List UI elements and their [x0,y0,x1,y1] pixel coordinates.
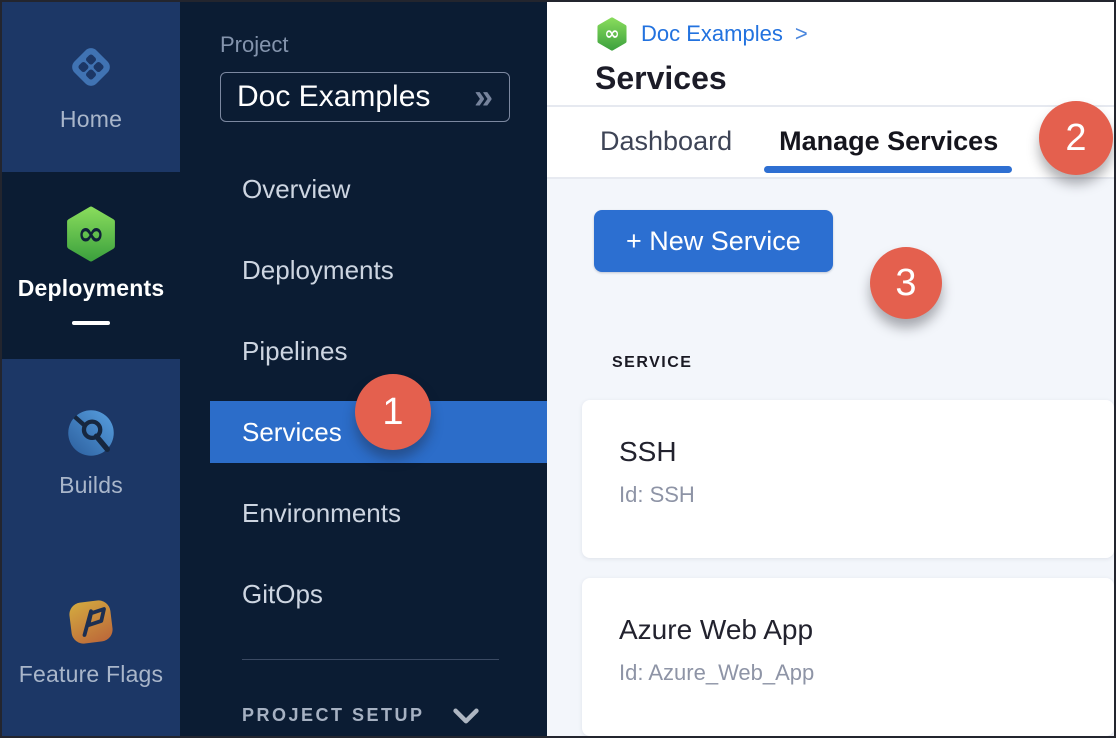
module-builds-label: Builds [59,472,123,499]
sidebar-item-pipelines[interactable]: Pipelines [210,320,547,382]
double-chevron-icon: » [474,80,493,114]
tab-label: Manage Services [779,126,998,157]
new-service-button[interactable]: + New Service [594,210,833,272]
module-deployments-label: Deployments [18,275,165,302]
service-card-azure-web-app[interactable]: Azure Web App Id: Azure_Web_App [582,578,1114,736]
sidebar-item-label: Services [242,417,342,448]
project-selector[interactable]: Doc Examples » [220,72,510,122]
annotation-badge-2: 2 [1039,101,1113,175]
sidebar-item-gitops[interactable]: GitOps [210,563,547,625]
service-id: Id: SSH [619,482,1114,508]
project-name: Doc Examples [237,80,474,114]
breadcrumb-link-project[interactable]: Doc Examples [641,21,783,47]
annotation-badge-1: 1 [355,374,431,450]
builds-icon [65,407,117,459]
services-content: + New Service SERVICE SSH Id: SSH Azure … [547,179,1114,736]
sidebar-item-environments[interactable]: Environments [210,482,547,544]
deployments-icon: ∞ [63,206,119,262]
sidebar-item-label: Overview [242,174,350,205]
breadcrumb: ∞ Doc Examples > [595,16,1114,52]
service-name: SSH [619,436,1114,468]
service-name: Azure Web App [619,614,1114,646]
infinity-glyph: ∞ [604,24,619,45]
tab-manage-services[interactable]: Manage Services [779,107,998,177]
tab-bar: Dashboard Manage Services [547,107,1114,179]
module-home[interactable]: Home [2,2,180,172]
module-feature-flags[interactable]: Feature Flags [2,547,180,736]
sidebar-divider [242,659,499,660]
module-home-label: Home [60,106,122,133]
service-card-ssh[interactable]: SSH Id: SSH [582,400,1114,558]
chevron-right-icon: > [795,21,808,47]
cd-module-icon: ∞ [595,17,629,51]
project-sidebar: Project Doc Examples » Overview Deployme… [180,2,547,736]
sidebar-item-label: Deployments [242,255,394,286]
sidebar-item-label: GitOps [242,579,323,610]
home-icon [65,41,117,93]
module-rail: Home ∞ Deployments [2,2,180,736]
module-builds[interactable]: Builds [2,359,180,547]
annotation-badge-3: 3 [870,247,942,319]
sidebar-item-deployments[interactable]: Deployments [210,239,547,301]
active-module-underline [72,321,110,325]
tab-dashboard[interactable]: Dashboard [600,107,732,177]
service-column-header: SERVICE [612,354,1110,372]
infinity-glyph: ∞ [77,215,104,253]
tab-label: Dashboard [600,126,732,157]
project-label: Project [220,32,547,58]
project-setup-toggle[interactable]: PROJECT SETUP [242,705,547,726]
sidebar-item-overview[interactable]: Overview [210,158,547,220]
active-tab-underline [764,166,1012,173]
sidebar-item-label: Pipelines [242,336,348,367]
page-title: Services [595,60,1114,97]
project-setup-label: PROJECT SETUP [242,705,425,726]
module-deployments[interactable]: ∞ Deployments [2,172,180,359]
sidebar-item-label: Environments [242,498,401,529]
app-window: Home ∞ Deployments [0,0,1116,738]
page-header: ∞ Doc Examples > Services [547,2,1114,107]
main-area: ∞ Doc Examples > Services Dashboard Mana… [547,2,1114,736]
module-feature-flags-label: Feature Flags [19,661,164,688]
chevron-down-icon [453,708,479,724]
service-id: Id: Azure_Web_App [619,660,1114,686]
feature-flags-icon [65,596,117,648]
